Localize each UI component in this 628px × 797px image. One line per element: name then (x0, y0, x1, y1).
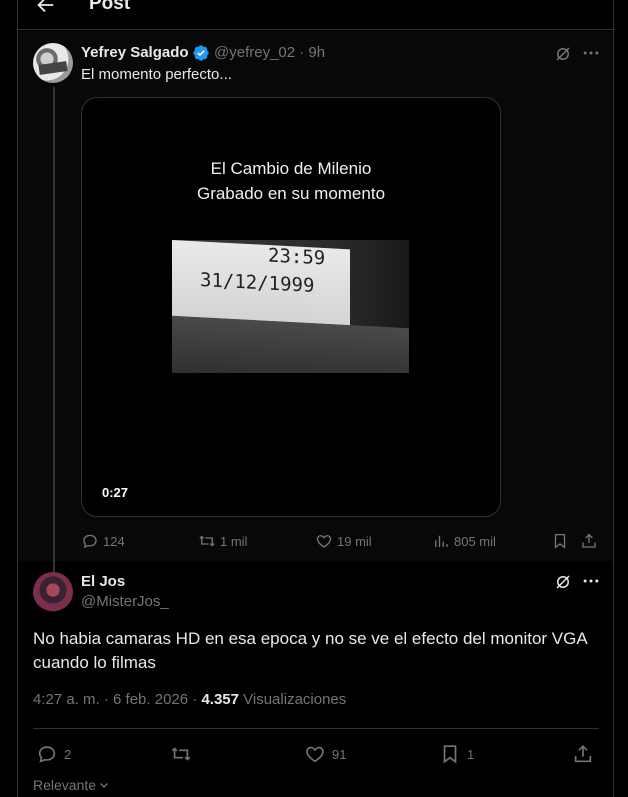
bookmark-icon (443, 745, 457, 764)
reply-button[interactable]: 2 (36, 742, 71, 766)
heart-icon (306, 746, 324, 763)
like-button[interactable]: 19 mil (315, 531, 372, 551)
views-icon (435, 535, 448, 547)
repost-icon (199, 535, 215, 547)
timeline-column: Post Yefrey Salgado @yefrey_02 · 9h El m… (17, 0, 614, 797)
views-count: 805 mil (454, 533, 496, 549)
views-label: Visualizaciones (238, 691, 347, 708)
parent-tweet[interactable]: Yefrey Salgado @yefrey_02 · 9h El moment… (18, 31, 613, 597)
avatar[interactable] (33, 572, 73, 612)
page-title: Post (89, 0, 131, 14)
repost-icon (171, 747, 191, 761)
repost-count: 1 mil (220, 533, 248, 549)
thread-line (53, 87, 55, 597)
video-title: El Cambio de Milenio Grabado en su momen… (82, 156, 500, 206)
reply-actions: 2 91 1 (18, 742, 613, 766)
bookmark-count: 1 (467, 746, 475, 762)
views-button[interactable]: 805 mil (432, 531, 496, 551)
author-handle-time[interactable]: @yefrey_02 · 9h (214, 44, 325, 61)
share-icon (582, 533, 596, 548)
verified-badge-icon (192, 44, 210, 62)
video-player[interactable]: El Cambio de Milenio Grabado en su momen… (81, 97, 501, 517)
avatar[interactable] (33, 43, 73, 83)
tweet-actions: 124 1 mil 19 mil 805 mil (18, 531, 613, 551)
share-button[interactable] (580, 531, 598, 551)
repost-button[interactable]: 1 mil (198, 531, 247, 551)
views-count: 4.357 (201, 691, 239, 708)
author-name[interactable]: El Jos (81, 573, 125, 590)
monitor-bezel (172, 315, 409, 373)
reply-icon (83, 534, 97, 549)
author-handle[interactable]: @MisterJos_ (81, 593, 169, 610)
clock-time: 23:59 (268, 244, 326, 270)
author-name[interactable]: Yefrey Salgado (81, 44, 189, 61)
like-count: 91 (332, 746, 347, 762)
video-duration: 0:27 (102, 485, 129, 500)
heart-icon (316, 535, 332, 548)
more-options-icon[interactable] (581, 43, 603, 65)
tweet-text: El momento perfecto... (81, 66, 232, 83)
like-button[interactable]: 91 (304, 742, 346, 766)
chevron-down-icon (100, 783, 108, 788)
tweet-meta: 4:27 a. m. · 6 feb. 2026 · 4.357 Visuali… (33, 691, 346, 708)
video-title-line2: Grabado en su momento (196, 184, 386, 203)
reply-button[interactable]: 124 (81, 531, 125, 551)
reply-count: 2 (64, 746, 72, 762)
grok-icon[interactable] (554, 573, 572, 591)
bookmark-button[interactable]: 1 (439, 742, 474, 766)
sort-dropdown[interactable]: Relevante (33, 777, 110, 793)
reply-icon (38, 746, 56, 763)
share-button[interactable] (572, 742, 594, 766)
video-frame: 23:59 31/12/1999 (172, 240, 409, 373)
video-title-line1: El Cambio de Milenio (210, 159, 372, 178)
bookmark-button[interactable] (551, 531, 569, 551)
back-arrow-icon[interactable] (34, 0, 56, 16)
reply-count: 124 (103, 533, 125, 549)
more-options-icon[interactable] (581, 571, 603, 593)
bookmark-icon (554, 533, 566, 549)
timestamp[interactable]: 4:27 a. m. · 6 feb. 2026 · (33, 691, 201, 708)
grok-icon[interactable] (554, 45, 572, 63)
repost-button[interactable] (170, 742, 198, 766)
sort-label: Relevante (33, 777, 97, 793)
divider (33, 728, 599, 729)
reply-text: No habia camaras HD en esa epoca y no se… (33, 629, 587, 672)
page-header: Post (18, 0, 613, 30)
like-count: 19 mil (337, 533, 372, 549)
share-icon (574, 745, 592, 763)
